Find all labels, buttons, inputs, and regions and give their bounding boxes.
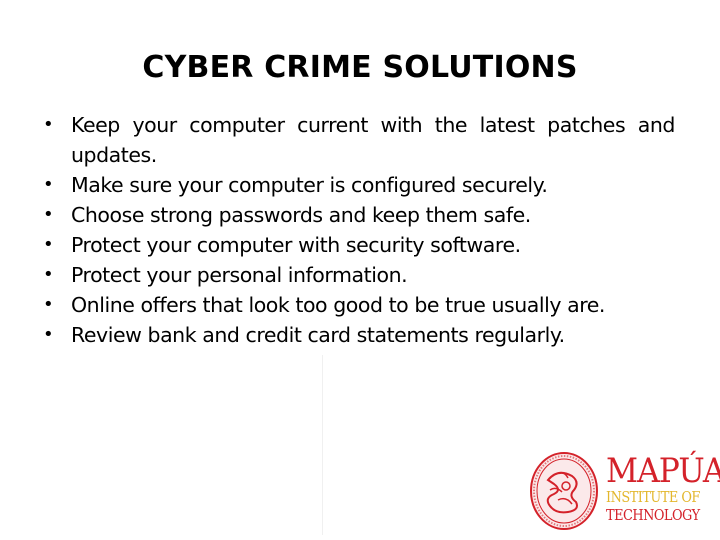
bullet-list: • Keep your computer current with the la…: [0, 110, 720, 350]
slide-title: CYBER CRIME SOLUTIONS: [142, 50, 578, 85]
divider-line: [322, 355, 323, 535]
bullet-icon: •: [43, 324, 54, 345]
bullet-item: • Protect your personal information.: [0, 260, 675, 290]
university-seal-icon: [530, 452, 598, 530]
bullet-icon: •: [43, 114, 54, 135]
bullet-text: Keep your computer current with the late…: [71, 113, 675, 167]
bullet-item: • Online offers that look too good to be…: [0, 290, 675, 320]
bullet-text: Review bank and credit card statements r…: [71, 323, 565, 347]
bullet-text: Online offers that look too good to be t…: [71, 293, 605, 317]
slide: CYBER CRIME SOLUTIONS • Keep your comput…: [0, 0, 720, 540]
bullet-text: Protect your computer with security soft…: [71, 233, 521, 257]
bullet-item: • Keep your computer current with the la…: [0, 110, 675, 170]
logo-wordmark: MAPÚA INSTITUTE OF TECHNOLOGY: [606, 451, 720, 524]
logo-line-technology: TECHNOLOGY: [606, 506, 700, 524]
bullet-icon: •: [43, 234, 54, 255]
logo-line-institute: INSTITUTE OF: [606, 488, 700, 506]
mapua-logo: MAPÚA INSTITUTE OF TECHNOLOGY: [528, 450, 720, 532]
bullet-icon: •: [43, 174, 54, 195]
bullet-item: • Protect your computer with security so…: [0, 230, 675, 260]
bullet-icon: •: [43, 264, 54, 285]
bullet-icon: •: [43, 204, 54, 225]
bullet-item: • Review bank and credit card statements…: [0, 320, 675, 350]
bullet-text: Make sure your computer is configured se…: [71, 173, 548, 197]
bullet-text: Choose strong passwords and keep them sa…: [71, 203, 531, 227]
bullet-item: • Choose strong passwords and keep them …: [0, 200, 675, 230]
bullet-item: • Make sure your computer is configured …: [0, 170, 675, 200]
bullet-text: Protect your personal information.: [71, 263, 408, 287]
bullet-icon: •: [43, 294, 54, 315]
logo-name: MAPÚA: [606, 451, 720, 491]
